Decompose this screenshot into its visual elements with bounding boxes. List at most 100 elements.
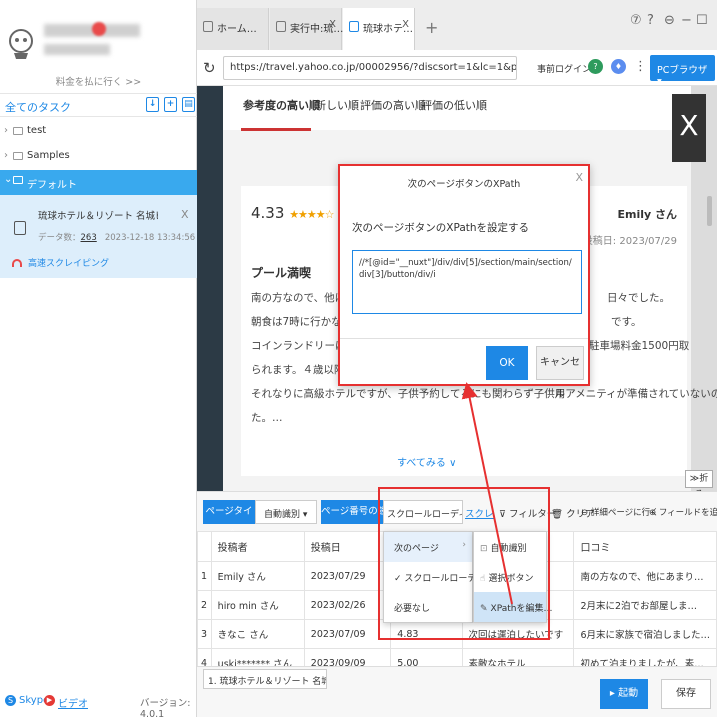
submenu-edit-xpath[interactable]: ✎ XPathを編集… xyxy=(474,592,552,622)
pencil-icon: ✎ xyxy=(480,604,488,614)
submenu-auto-detect[interactable]: ⊡ 自動識別 xyxy=(474,532,546,562)
cell[interactable]: 5.00 xyxy=(390,648,463,666)
cell[interactable]: 2023/09/09 xyxy=(303,648,392,666)
sort-low-rating[interactable]: 評価の低い順 xyxy=(421,97,487,113)
submenu-label: 自動識別 xyxy=(490,544,527,554)
tab-label: ホーム… xyxy=(217,24,257,35)
notification-badge xyxy=(92,22,106,36)
url-input[interactable]: https://travel.yahoo.co.jp/00002956/?dis… xyxy=(223,56,517,80)
settings-icon[interactable]: ⊖ xyxy=(664,13,675,28)
app-window: 料金を払に行く >> 全てのタスク ↓ + ▤ › test › Samples… xyxy=(0,0,717,717)
new-task-icon[interactable]: + xyxy=(164,97,177,112)
new-tab-icon[interactable]: + xyxy=(425,18,438,37)
cell[interactable]: 2月末に2泊でお部屋しま… xyxy=(573,590,717,620)
reload-icon[interactable]: ↻ xyxy=(203,59,216,77)
close-icon[interactable]: X xyxy=(575,171,583,184)
auto-detect-icon: ⊡ xyxy=(480,544,488,554)
close-icon[interactable]: X xyxy=(181,208,189,221)
video-icon[interactable]: ▶ xyxy=(44,695,55,706)
start-button[interactable]: ▸ 起動 xyxy=(600,679,648,709)
col-header[interactable]: 投稿者 xyxy=(210,531,305,562)
col-header[interactable]: 口コミ xyxy=(573,531,717,562)
cell[interactable]: 2023/07/29 xyxy=(303,561,392,591)
scrape-mode-label: 高速スクレイピング xyxy=(28,259,110,269)
see-all-link[interactable]: すべてみる ∨ xyxy=(397,454,456,469)
skype-icon[interactable]: S xyxy=(5,695,16,706)
cell[interactable]: uski******* さん xyxy=(210,648,305,666)
xpath-input[interactable]: //*[@id="__nuxt"]/div/div[5]/section/mai… xyxy=(352,250,582,314)
pc-browser-button[interactable]: PCブラウザ ▾ xyxy=(650,55,715,87)
menu-item-next-page[interactable]: 次のページ › xyxy=(384,532,472,562)
table-row: 3 きなこ さん 2023/07/09 4.83 次回は運泊したいです 6月末に… xyxy=(197,619,717,649)
avatar[interactable] xyxy=(6,26,36,60)
detail-page-button[interactable]: ⊖ 詳細ページに行く xyxy=(581,506,659,518)
cell[interactable]: hiro min さん xyxy=(210,590,305,620)
address-bar: ↻ https://travel.yahoo.co.jp/00002956/?d… xyxy=(197,50,717,87)
tab-running[interactable]: 実行中:琉… X xyxy=(270,8,343,50)
close-overlay-icon[interactable]: X xyxy=(672,94,706,162)
tab-home[interactable]: ホーム… xyxy=(197,8,269,50)
filter-button[interactable]: ⊽ フィルター xyxy=(499,506,556,520)
all-tasks-title[interactable]: 全てのタスク xyxy=(5,99,71,115)
review-text-line: です。 xyxy=(611,316,642,328)
page-icon xyxy=(276,21,286,32)
cell[interactable]: 2023/07/09 xyxy=(303,619,392,649)
fold-button[interactable]: ≫折る xyxy=(685,470,713,491)
maximize-icon[interactable]: ☐ xyxy=(696,13,708,28)
menu-item-none[interactable]: 必要なし xyxy=(384,592,472,622)
help-icon[interactable]: ? xyxy=(647,13,654,28)
ext-blue-icon[interactable]: ♦ xyxy=(611,59,626,74)
sort-newest[interactable]: 新しい順 xyxy=(315,97,359,113)
more-menu-icon[interactable]: ⋮ xyxy=(634,59,647,74)
cell[interactable]: Emily さん xyxy=(210,561,305,591)
save-button[interactable]: 保存 xyxy=(661,679,711,709)
cancel-button[interactable]: キャンセル xyxy=(536,346,584,400)
col-header[interactable]: 投稿日 xyxy=(303,531,392,562)
new-folder-icon[interactable]: ▤ xyxy=(182,97,195,112)
chevron-right-icon: › xyxy=(462,540,466,550)
prelogin-button[interactable]: 事前ログイン xyxy=(537,62,591,75)
data-count[interactable]: 263 xyxy=(81,233,97,243)
close-icon[interactable]: X xyxy=(329,19,336,30)
scrollbar[interactable] xyxy=(707,196,712,226)
sort-helpful[interactable]: 参考度の高い順 xyxy=(243,97,320,113)
cell[interactable]: 素敵なホテル xyxy=(461,648,575,666)
folder-samples[interactable]: › Samples xyxy=(0,146,197,168)
review-title: プール満喫 xyxy=(251,266,312,280)
ext-green-icon[interactable]: ? xyxy=(588,59,603,74)
account-blurred xyxy=(44,44,110,55)
folder-test[interactable]: › test xyxy=(0,121,197,143)
submenu-label: XPathを編集… xyxy=(490,604,553,614)
next-page-submenu: ⊡ 自動識別 ☝ 選択ボタン ✎ XPathを編集… xyxy=(473,531,552,623)
page-type-select[interactable]: 自動識別 ▾ xyxy=(255,500,317,524)
ok-button[interactable]: OK xyxy=(486,346,528,380)
cell[interactable]: 4.83 xyxy=(390,619,463,649)
cell: 1 xyxy=(197,561,212,591)
chevron-right-icon: › xyxy=(4,150,8,161)
video-link[interactable]: ビデオ xyxy=(58,695,88,710)
add-field-button[interactable]: ⊕ フィールドを追加 xyxy=(649,506,717,518)
close-icon[interactable]: X xyxy=(402,19,409,30)
scroll-link[interactable]: スクレ… xyxy=(465,506,495,520)
sort-high-rating[interactable]: 評価の高い順 xyxy=(360,97,426,113)
page-background-strip xyxy=(197,86,223,491)
menu-item-scroll-loading[interactable]: ✓ スクロールローディング xyxy=(384,562,503,592)
cell[interactable]: きなこ さん xyxy=(210,619,305,649)
submenu-select-button[interactable]: ☝ 選択ボタン xyxy=(474,562,546,592)
cell[interactable]: 6月末に家族で宿泊しました… xyxy=(573,619,717,649)
minimize-icon[interactable]: − xyxy=(681,13,692,28)
cell[interactable]: 初めて泊まりましたが、素… xyxy=(573,648,717,666)
cell[interactable]: 2023/02/26 xyxy=(303,590,392,620)
task-tab[interactable]: 1. 琉球ホテル＆リゾート 名城ビー… xyxy=(203,669,327,689)
task-card[interactable]: 琉球ホテル＆リゾート 名城ビーチ -宿泊予… X データ数：263 2023-1… xyxy=(0,195,197,278)
cell[interactable]: 次回は運泊したいです xyxy=(461,619,575,649)
tab-ryukyu[interactable]: 琉球ホテ… X xyxy=(343,8,415,50)
pay-link[interactable]: 料金を払に行く >> xyxy=(0,74,197,88)
page-number-select[interactable]: スクロールローディン ▾ xyxy=(383,500,463,524)
skin-icon[interactable]: ⑦ xyxy=(630,13,642,28)
download-icon[interactable]: ↓ xyxy=(146,97,159,112)
folder-default[interactable]: ⌄ デフォルト xyxy=(0,170,197,195)
cell[interactable]: 南の方なので、他にあまり… xyxy=(573,561,717,591)
menu-item-label: 次のページ xyxy=(394,544,439,554)
tab-bar: ホーム… 実行中:琉… X 琉球ホテ… X + ⑦ ? ⊖ − ☐ ✕ xyxy=(197,0,717,50)
